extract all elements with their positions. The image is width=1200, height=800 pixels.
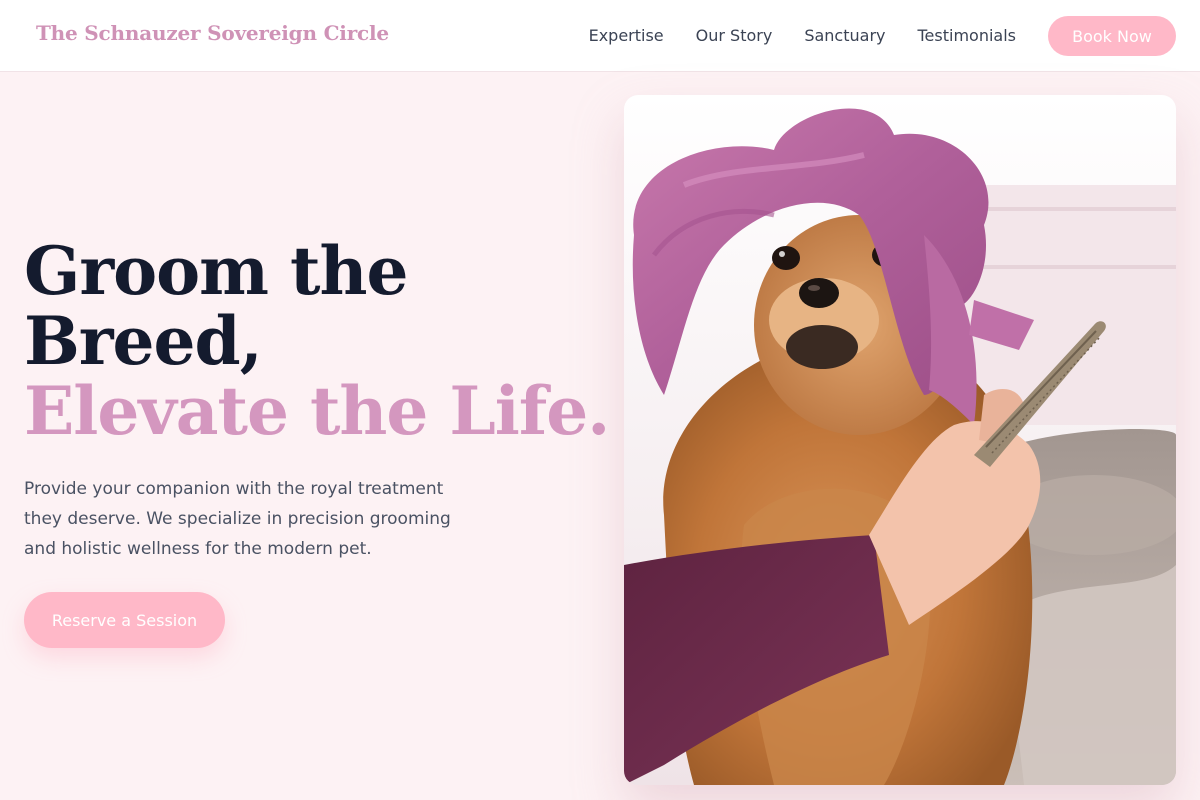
site-header: The Schnauzer Sovereign Circle Expertise… <box>0 0 1200 72</box>
brand-logo-text[interactable]: The Schnauzer Sovereign Circle <box>36 21 389 45</box>
hero-title-line-1: Groom the <box>24 232 408 310</box>
nav-link-expertise[interactable]: Expertise <box>589 16 664 56</box>
nav-link-testimonials[interactable]: Testimonials <box>918 16 1017 56</box>
book-now-button[interactable]: Book Now <box>1048 16 1176 56</box>
reserve-session-button[interactable]: Reserve a Session <box>24 592 225 648</box>
main-nav: Expertise Our Story Sanctuary Testimonia… <box>589 16 1176 56</box>
nav-link-sanctuary[interactable]: Sanctuary <box>804 16 885 56</box>
nav-link-our-story[interactable]: Our Story <box>696 16 773 56</box>
hero-subtitle: Provide your companion with the royal tr… <box>24 479 451 559</box>
hero-title: Groom the Breed, Elevate the Life. <box>24 232 610 450</box>
hero-title-line-2: Breed, <box>24 302 263 380</box>
hero-title-accent: Elevate the Life. <box>24 372 610 450</box>
hero-dog-photo <box>624 95 1176 785</box>
